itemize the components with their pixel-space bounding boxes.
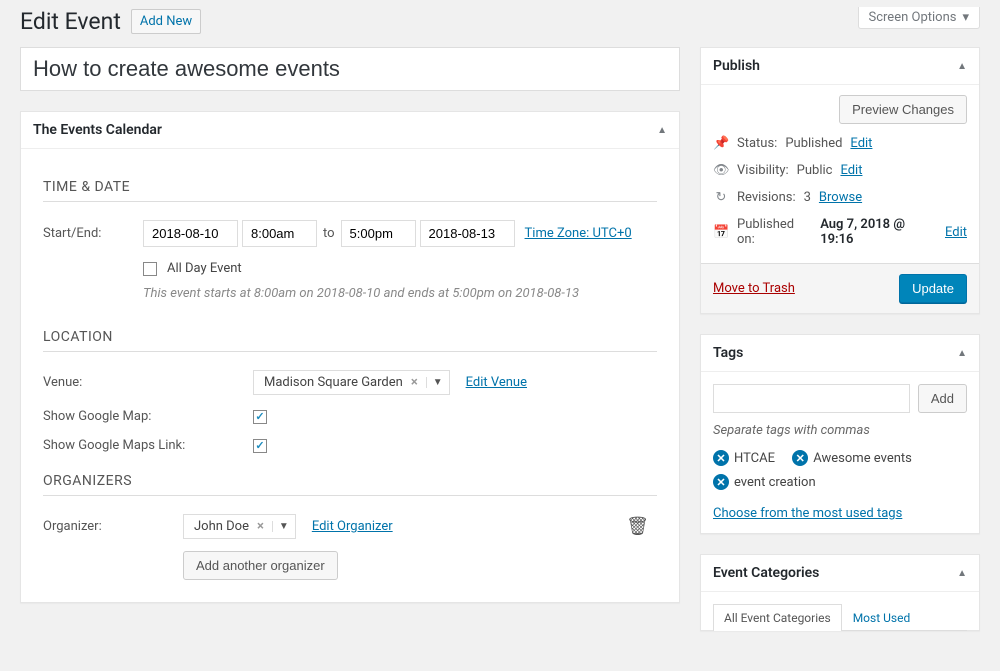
time-date-heading: TIME & DATE <box>43 179 657 202</box>
chevron-down-icon: ▼ <box>426 377 443 388</box>
pin-icon: 📌 <box>713 136 729 151</box>
screen-options-toggle[interactable]: Screen Options ▾ <box>858 7 981 29</box>
edit-organizer-link[interactable]: Edit Organizer <box>312 519 393 534</box>
start-date-input[interactable] <box>143 220 238 247</box>
publish-box-title: Publish <box>713 58 760 74</box>
chevron-down-icon: ▼ <box>272 521 289 532</box>
organizer-label: Organizer: <box>43 519 183 534</box>
remove-tag-icon[interactable]: ✕ <box>713 474 729 490</box>
categories-box-header[interactable]: Event Categories ▲ <box>701 555 979 592</box>
venue-value: Madison Square Garden <box>264 375 403 390</box>
tag-input[interactable] <box>713 384 910 413</box>
remove-tag-icon[interactable]: ✕ <box>713 450 729 466</box>
all-day-label: All Day Event <box>167 261 242 276</box>
venue-label: Venue: <box>43 375 253 390</box>
status-label: Status: <box>737 136 777 151</box>
visibility-value: Public <box>797 163 833 178</box>
tags-box-header[interactable]: Tags ▲ <box>701 335 979 372</box>
chevron-down-icon: ▾ <box>962 10 969 25</box>
show-map-checkbox[interactable] <box>253 410 267 424</box>
location-heading: LOCATION <box>43 329 657 352</box>
event-summary-hint: This event starts at 8:00am on 2018-08-1… <box>143 286 657 301</box>
page-title: Edit Event <box>20 8 121 35</box>
add-organizer-button[interactable]: Add another organizer <box>183 551 338 580</box>
organizer-select[interactable]: John Doe × ▼ <box>183 514 296 539</box>
tag-item: ✕ HTCAE <box>713 450 775 466</box>
tags-box-title: Tags <box>713 345 743 361</box>
history-icon: ↻ <box>713 190 729 205</box>
show-map-label: Show Google Map: <box>43 409 253 424</box>
venue-clear-icon[interactable]: × <box>411 375 418 390</box>
all-day-checkbox[interactable] <box>143 262 157 276</box>
end-time-input[interactable] <box>341 220 416 247</box>
show-maps-link-label: Show Google Maps Link: <box>43 438 253 453</box>
published-on-label: Published on: <box>737 217 812 247</box>
tab-all-categories[interactable]: All Event Categories <box>713 604 842 631</box>
end-date-input[interactable] <box>420 220 515 247</box>
tag-label: HTCAE <box>734 451 775 466</box>
trash-icon[interactable]: 🗑 <box>626 516 649 537</box>
visibility-label: Visibility: <box>737 163 789 178</box>
collapse-icon[interactable]: ▲ <box>957 61 967 72</box>
venue-select[interactable]: Madison Square Garden × ▼ <box>253 370 450 395</box>
collapse-icon[interactable]: ▲ <box>957 348 967 359</box>
revisions-label: Revisions: <box>737 190 796 205</box>
organizers-heading: ORGANIZERS <box>43 473 657 496</box>
collapse-icon[interactable]: ▲ <box>657 125 667 136</box>
timezone-link[interactable]: Time Zone: UTC+0 <box>525 226 632 241</box>
publish-box-header[interactable]: Publish ▲ <box>701 48 979 85</box>
revisions-value: 3 <box>804 190 811 205</box>
tab-most-used[interactable]: Most Used <box>842 604 922 631</box>
show-maps-link-checkbox[interactable] <box>253 439 267 453</box>
organizer-value: John Doe <box>194 519 249 534</box>
start-end-label: Start/End: <box>43 226 143 241</box>
calendar-icon: 📅 <box>713 225 729 240</box>
move-to-trash-link[interactable]: Move to Trash <box>713 281 795 296</box>
edit-visibility-link[interactable]: Edit <box>840 163 862 178</box>
edit-venue-link[interactable]: Edit Venue <box>466 375 527 390</box>
to-separator: to <box>323 226 335 241</box>
event-title-input[interactable] <box>20 47 680 91</box>
preview-changes-button[interactable]: Preview Changes <box>839 95 967 124</box>
categories-box-title: Event Categories <box>713 565 819 581</box>
organizer-clear-icon[interactable]: × <box>257 519 264 534</box>
choose-tags-link[interactable]: Choose from the most used tags <box>713 506 967 521</box>
tag-label: event creation <box>734 475 816 490</box>
tags-hint: Separate tags with commas <box>713 423 967 438</box>
tag-label: Awesome events <box>813 451 912 466</box>
update-button[interactable]: Update <box>899 274 967 303</box>
published-on-value: Aug 7, 2018 @ 19:16 <box>820 217 937 247</box>
collapse-icon[interactable]: ▲ <box>957 568 967 579</box>
edit-date-link[interactable]: Edit <box>945 225 967 240</box>
status-value: Published <box>785 136 842 151</box>
events-calendar-box-header[interactable]: The Events Calendar ▲ <box>21 112 679 149</box>
tag-item: ✕ Awesome events <box>792 450 912 466</box>
remove-tag-icon[interactable]: ✕ <box>792 450 808 466</box>
eye-icon: 👁 <box>713 163 729 178</box>
screen-options-label: Screen Options <box>869 10 957 25</box>
tag-item: ✕ event creation <box>713 474 816 490</box>
browse-revisions-link[interactable]: Browse <box>819 190 862 205</box>
edit-status-link[interactable]: Edit <box>850 136 872 151</box>
start-time-input[interactable] <box>242 220 317 247</box>
events-calendar-box-title: The Events Calendar <box>33 122 162 138</box>
add-tag-button[interactable]: Add <box>918 384 967 413</box>
add-new-button[interactable]: Add New <box>131 9 201 34</box>
